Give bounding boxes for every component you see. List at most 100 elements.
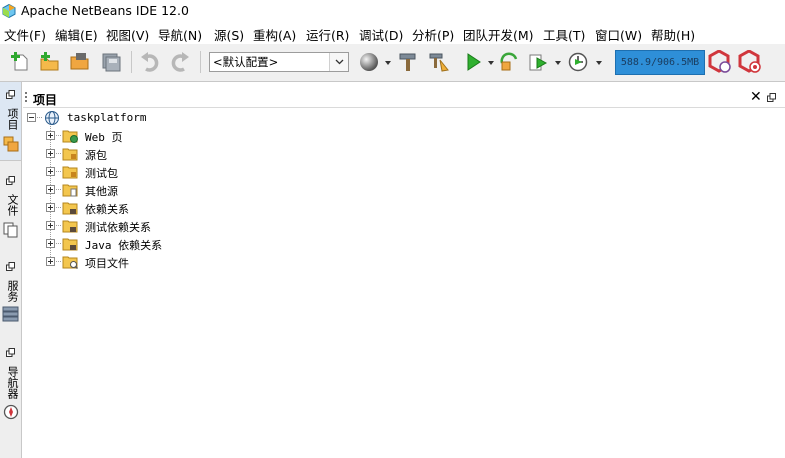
test-folder-icon [62,166,78,179]
menu-team[interactable]: 团队开发(M) [463,25,534,44]
clean-build-icon [429,53,449,72]
expand-icon[interactable] [46,221,55,230]
tree-node-other-sources[interactable]: 其他源 [23,181,323,199]
profile-project-button[interactable] [566,50,590,74]
menu-tools[interactable]: 工具(T) [543,25,585,44]
tree-node-project-root[interactable]: taskplatform [23,109,323,127]
side-tab-label: 项目 [6,108,19,130]
browser-select-button[interactable] [357,50,381,74]
expand-icon[interactable] [46,167,55,176]
side-tab-label: 服务 [6,280,19,302]
tree-node-label: Web 页 [85,131,123,144]
expand-icon[interactable] [46,131,55,140]
restore-window-icon [6,176,15,185]
project-files-folder-icon [62,256,78,270]
tree-node-project-files[interactable]: 项目文件 [23,253,323,271]
expand-icon[interactable] [46,185,55,194]
expand-icon[interactable] [46,257,55,266]
undo-button[interactable] [138,50,162,74]
menu-file[interactable]: 文件(F) [4,25,46,44]
side-tab-navigator[interactable]: 导航器 [0,346,21,426]
tree-node-label: 测试依赖关系 [85,221,151,234]
save-all-icon [102,53,121,72]
clean-build-button[interactable] [427,50,451,74]
memory-usage-meter[interactable]: 588.9/906.5MB [615,50,705,75]
build-project-button[interactable] [396,50,420,74]
redo-icon [171,52,189,72]
side-tab-label: 导航器 [6,366,19,399]
project-globe-icon [45,111,59,125]
expand-icon[interactable] [46,149,55,158]
menu-bar: 文件(F) 编辑(E) 视图(V) 导航(N) 源(S) 重构(A) 运行(R)… [0,22,785,44]
test-project-button[interactable] [526,50,550,74]
redo-button[interactable] [168,50,192,74]
close-icon[interactable]: ✕ [750,89,762,105]
restore-window-icon[interactable] [767,93,776,102]
side-tab-files[interactable]: 文件 [0,174,21,246]
restore-window-icon [6,348,15,357]
tree-node-test-packages[interactable]: 测试包 [23,163,323,181]
tree-node-label: 其他源 [85,185,118,198]
drag-grip-icon[interactable] [25,92,27,104]
menu-edit[interactable]: 编辑(E) [55,25,98,44]
config-select-value: <默认配置> [213,55,279,69]
globe-icon [360,53,378,71]
menu-source[interactable]: 源(S) [214,25,244,44]
stop-io-checks-button[interactable] [738,50,762,74]
new-project-button[interactable] [37,50,61,74]
open-project-button[interactable] [68,50,92,74]
menu-help[interactable]: 帮助(H) [651,25,695,44]
expand-icon[interactable] [46,239,55,248]
menu-debug[interactable]: 调试(D) [359,25,403,44]
pause-io-checks-button[interactable] [708,50,732,74]
tree-node-label: Java 依赖关系 [85,239,163,252]
restore-window-icon [6,90,15,99]
hammer-icon [399,53,416,71]
save-all-button[interactable] [99,50,123,74]
new-file-icon [11,52,28,71]
menu-refactor[interactable]: 重构(A) [253,25,296,44]
tree-node-dependencies[interactable]: 依赖关系 [23,199,323,217]
java-libraries-folder-icon [62,238,78,251]
side-tabs-bar: 项目 文件 服务 导航器 [0,82,22,458]
files-icon [3,222,18,238]
tree-node-label: 源包 [85,149,107,162]
collapse-icon[interactable] [27,113,36,122]
menu-profile[interactable]: 分析(P) [412,25,454,44]
other-sources-folder-icon [62,184,78,197]
new-file-button[interactable] [8,50,32,74]
side-tab-projects[interactable]: 项目 [0,82,21,161]
tree-node-label: 项目文件 [85,257,129,270]
netbeans-clock-icon [708,50,731,73]
play-icon [467,53,481,71]
project-config-select[interactable]: <默认配置> [209,52,349,72]
profiler-icon [568,52,588,72]
expand-icon[interactable] [46,203,55,212]
restore-window-icon [6,262,15,271]
title-bar: Apache NetBeans IDE 12.0 [0,0,785,22]
projects-panel-header: 项目 ✕ [23,88,785,108]
debug-project-button[interactable] [497,50,521,74]
debug-icon [500,52,518,71]
source-folder-icon [62,148,78,161]
compass-icon [3,404,19,420]
menu-run[interactable]: 运行(R) [306,25,349,44]
open-project-icon [70,53,89,70]
memory-usage-label: 588.9/906.5MB [620,57,700,68]
run-project-button[interactable] [461,50,485,74]
services-icon [2,306,19,322]
tree-node-web-pages[interactable]: Web 页 [23,127,323,145]
menu-view[interactable]: 视图(V) [106,25,149,44]
panel-title: 项目 [33,93,58,107]
tree-node-java-dependencies[interactable]: Java 依赖关系 [23,235,323,253]
menu-window[interactable]: 窗口(W) [595,25,642,44]
tree-node-label: taskplatform [67,111,147,124]
tree-node-test-dependencies[interactable]: 测试依赖关系 [23,217,323,235]
new-project-icon [40,52,59,71]
tree-node-source-packages[interactable]: 源包 [23,145,323,163]
projects-icon [3,136,19,152]
netbeans-stop-icon [738,50,761,73]
menu-navigate[interactable]: 导航(N) [158,25,202,44]
side-tab-services[interactable]: 服务 [0,260,21,332]
tree-node-label: 测试包 [85,167,118,180]
